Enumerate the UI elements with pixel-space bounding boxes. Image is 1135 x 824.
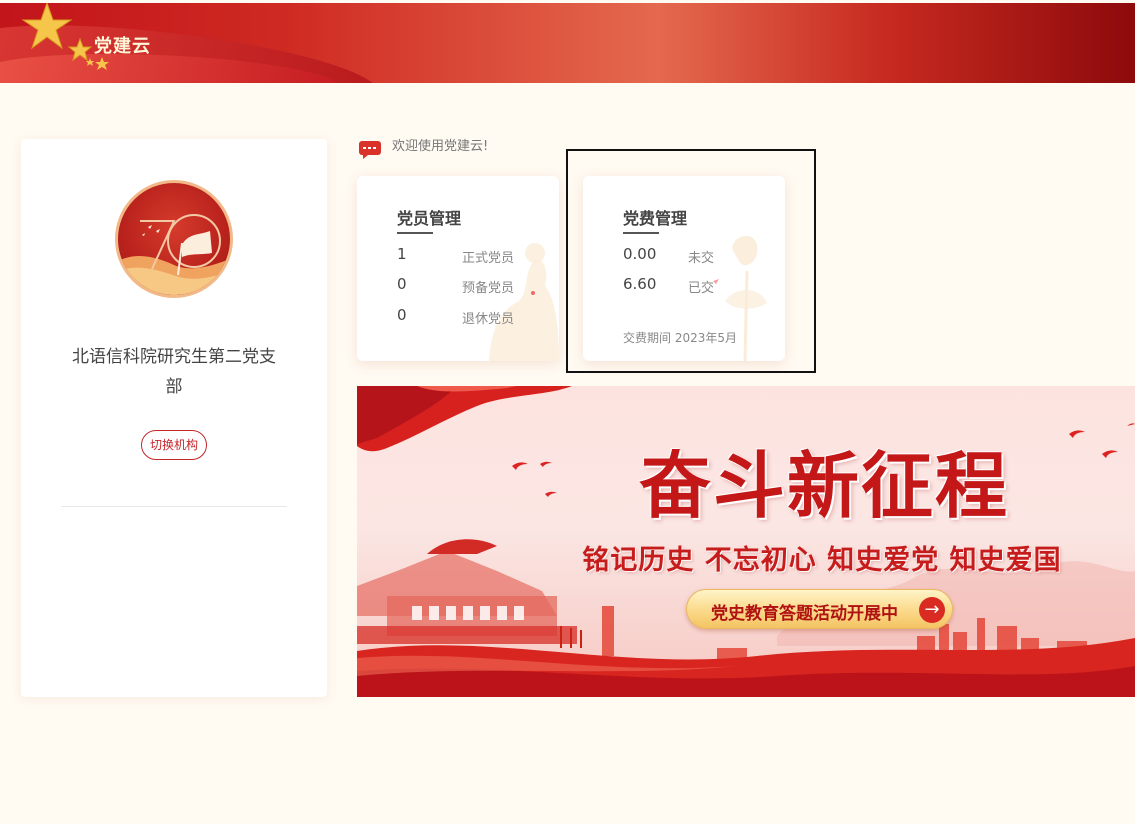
app-title: 党建云 bbox=[94, 36, 151, 57]
stat-row-paid: 6.60 已交 bbox=[623, 275, 773, 296]
member-management-title: 党员管理 bbox=[397, 209, 462, 228]
stat-value: 0.00 bbox=[623, 245, 657, 263]
fee-management-card[interactable]: 党费管理 0.00 未交 6.60 已交 交费期间 2023年5月 bbox=[583, 176, 785, 361]
stat-value: 0 bbox=[397, 306, 407, 324]
banner-title: 奋斗新征程 bbox=[639, 443, 1010, 528]
stat-label: 正式党员 bbox=[462, 251, 515, 266]
payment-period-value: 2023年5月 bbox=[674, 331, 738, 345]
stat-label: 未交 bbox=[688, 251, 715, 266]
stat-row-retired-members: 0 退休党员 bbox=[397, 306, 547, 327]
message-icon bbox=[359, 141, 381, 159]
top-header: 党建云 bbox=[0, 3, 1135, 83]
arrow-right-icon: → bbox=[919, 597, 945, 623]
switch-organization-button[interactable]: 切换机构 bbox=[141, 430, 207, 460]
stat-row-full-members: 1 正式党员 bbox=[397, 245, 547, 266]
fee-management-title: 党费管理 bbox=[623, 209, 688, 228]
stat-value: 6.60 bbox=[623, 275, 657, 293]
quiz-activity-button[interactable]: 党史教育答题活动开展中 → bbox=[686, 589, 953, 629]
divider bbox=[61, 506, 287, 507]
quiz-activity-label: 党史教育答题活动开展中 bbox=[711, 604, 898, 624]
stat-value: 0 bbox=[397, 275, 407, 293]
title-underline bbox=[397, 232, 433, 234]
seventy-anniversary-emblem-icon bbox=[118, 214, 230, 295]
brand-logo[interactable]: 党建云 bbox=[21, 3, 186, 83]
stat-row-unpaid: 0.00 未交 bbox=[623, 245, 773, 266]
stat-row-probationary-members: 0 预备党员 bbox=[397, 275, 547, 296]
organization-emblem bbox=[115, 180, 233, 298]
stat-label: 预备党员 bbox=[462, 281, 515, 296]
promo-banner[interactable]: 奋斗新征程 铭记历史 不忘初心 知史爱党 知史爱国 党史教育答题活动开展中 → bbox=[357, 386, 1135, 697]
stat-label: 已交 bbox=[688, 281, 715, 296]
welcome-text: 欢迎使用党建云! bbox=[392, 139, 489, 154]
organization-name: 北语信科院研究生第二党支部 bbox=[72, 347, 276, 397]
stat-label: 退休党员 bbox=[462, 312, 515, 327]
title-underline bbox=[623, 232, 659, 234]
payment-period-label: 交费期间 bbox=[623, 331, 672, 345]
member-management-card[interactable]: 党员管理 1 正式党员 0 预备党员 0 退休党员 bbox=[357, 176, 559, 361]
banner-subtitle: 铭记历史 不忘初心 知史爱党 知史爱国 bbox=[582, 545, 1062, 576]
payment-period: 交费期间 2023年5月 bbox=[623, 329, 737, 346]
stat-value: 1 bbox=[397, 245, 407, 263]
organization-card: 北语信科院研究生第二党支部 切换机构 bbox=[21, 139, 327, 697]
